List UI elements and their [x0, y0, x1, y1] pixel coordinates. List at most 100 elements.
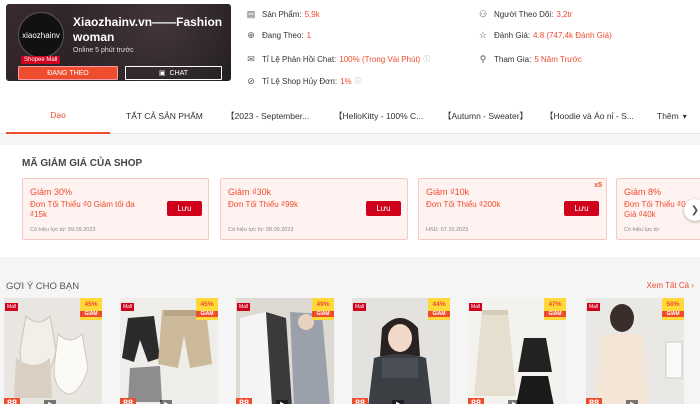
discount-value: 49%	[316, 301, 330, 308]
chat-button-label: CHAT	[169, 69, 189, 77]
voucher-section-title: MÃ GIẢM GIÁ CỦA SHOP	[22, 158, 143, 169]
user-check-icon: ⚲	[479, 54, 487, 64]
save-voucher-button[interactable]: Lưu	[167, 201, 202, 216]
video-icon: ▶	[44, 400, 56, 404]
product-card[interactable]: Mall 45% GIẢM 88 ▶	[4, 298, 102, 404]
tab-hoodie[interactable]: 【Hoodie và Áo nỉ - S...	[545, 98, 634, 134]
follow-button[interactable]: ĐANG THEO	[18, 66, 118, 80]
discount-label: GIẢM	[196, 311, 218, 317]
stat-value: 5 Năm Trước	[534, 54, 582, 64]
star-icon: ☆	[478, 30, 488, 40]
discount-value: 50%	[666, 301, 680, 308]
mall-tag: Mall	[237, 303, 251, 311]
price-tag: 88	[4, 398, 21, 404]
info-icon[interactable]: ⓘ	[355, 76, 362, 86]
stat-label: Đánh Giá:	[494, 30, 531, 40]
voucher-card: x5 Giảm ₫10k Đơn Tối Thiểu ₫200k HSD: 07…	[418, 178, 607, 240]
save-voucher-button[interactable]: Lưu	[366, 201, 401, 216]
info-icon[interactable]: ⓘ	[423, 54, 430, 64]
stat-following: ⊕ Đang Theo: 1	[246, 30, 311, 40]
voucher-expiry: Có hiệu lực từ: 09.09.2023	[30, 227, 96, 233]
mall-tag: Mall	[353, 303, 367, 311]
price-tag: 88	[468, 398, 485, 404]
price-tag: 88	[120, 398, 137, 404]
voucher-title: Giảm 30%	[30, 187, 73, 197]
see-all-link[interactable]: Xem Tất Cả ›	[647, 281, 694, 290]
tab-hellokitty[interactable]: 【HelloKitty - 100% C...	[334, 98, 423, 134]
mall-tag: Mall	[469, 303, 483, 311]
voucher-title: Giảm 8%	[624, 187, 662, 197]
price-tag: 88	[352, 398, 369, 404]
voucher-desc: Đơn Tối Thiểu ₫0 Giảm tối đa ₫15k	[30, 200, 135, 219]
video-icon: ▶	[392, 400, 404, 404]
tab-september[interactable]: 【2023 - September...	[226, 98, 309, 134]
chevron-right-icon[interactable]: ❯	[684, 199, 700, 221]
video-icon: ▶	[276, 400, 288, 404]
mall-tag: Mall	[587, 303, 601, 311]
discount-value: 44%	[432, 301, 446, 308]
tab-all-products[interactable]: TẤT CẢ SẢN PHẨM	[126, 98, 203, 134]
discount-value: 47%	[548, 301, 562, 308]
discount-badge: 44% GIẢM	[428, 298, 450, 320]
discount-value: 45%	[200, 301, 214, 308]
shop-header: xiaozhainv Shopee Mall Xiaozhainv.vn——Fa…	[0, 0, 700, 98]
voucher-section: MÃ GIẢM GIÁ CỦA SHOP Giảm 30% Đơn Tối Th…	[0, 145, 700, 257]
mall-badge: Shopee Mall	[21, 56, 61, 64]
voucher-title: Giảm ₫30k	[228, 187, 272, 197]
chevron-down-icon: ▾	[682, 111, 687, 121]
discount-badge: 49% GIẢM	[312, 298, 334, 320]
chat-icon: ✉	[247, 54, 255, 64]
stat-value: 3,2tr	[556, 9, 573, 19]
product-card[interactable]: Mall 50% GIẢM 88 ▶	[586, 298, 684, 404]
voucher-expiry: HSD: 07.10.2023	[426, 227, 469, 233]
voucher-expiry: Có hiệu lực từ: 08.09.2023	[228, 227, 294, 233]
chevron-right-icon: ›	[691, 281, 694, 290]
video-icon: ▶	[508, 400, 520, 404]
stat-label: Người Theo Dõi:	[494, 9, 554, 19]
stat-value: 100% (Trong Vài Phút)	[339, 54, 421, 64]
mall-tag: Mall	[121, 303, 135, 311]
discount-value: 45%	[84, 301, 98, 308]
stat-value: 4.8 (747,4k Đánh Giá)	[533, 30, 612, 40]
mall-tag: Mall	[5, 303, 19, 311]
stat-label: Sản Phẩm:	[262, 9, 302, 19]
product-card[interactable]: Mall 47% GIẢM 88 ▶	[468, 298, 566, 404]
voucher-expiry: Có hiệu lực từ:	[624, 227, 661, 233]
voucher-desc: Đơn Tối Thiểu ₫200k	[426, 200, 501, 209]
video-icon: ▶	[626, 400, 638, 404]
stat-label: Tỉ Lệ Shop Hủy Đơn:	[262, 76, 338, 86]
product-card[interactable]: Mall 49% GIẢM 88 ▶	[236, 298, 334, 404]
discount-label: GIẢM	[80, 311, 102, 317]
shop-avatar[interactable]: xiaozhainv	[18, 12, 64, 58]
stat-joined: ⚲ Tham Gia: 5 Năm Trước	[478, 54, 582, 64]
discount-label: GIẢM	[312, 311, 334, 317]
tab-more-label: Thêm	[657, 111, 679, 121]
discount-label: GIẢM	[662, 311, 684, 317]
tab-more[interactable]: Thêm ▾	[657, 98, 687, 134]
stat-cancel-rate: ⊘ Tỉ Lệ Shop Hủy Đơn: 1% ⓘ	[246, 76, 362, 86]
product-card[interactable]: Mall 44% GIẢM 88 ▶	[352, 298, 450, 404]
stat-products: ▤ Sản Phẩm: 5,9k	[246, 9, 320, 19]
tab-autumn-sweater[interactable]: 【Autumn - Sweater】	[443, 98, 528, 134]
shop-card: xiaozhainv Shopee Mall Xiaozhainv.vn——Fa…	[6, 4, 231, 81]
see-all-label: Xem Tất Cả	[646, 281, 690, 290]
price-tag: 88	[236, 398, 253, 404]
chat-icon: ▣	[158, 70, 166, 77]
shop-logo-text: xiaozhainv	[22, 30, 60, 40]
tab-dao[interactable]: Dạo	[6, 98, 110, 134]
shop-name: Xiaozhainv.vn——Fashion woman	[73, 15, 223, 44]
product-card[interactable]: Mall 45% GIẢM 88 ▶	[120, 298, 218, 404]
stat-chat-rate: ✉ Tỉ Lệ Phản Hồi Chat: 100% (Trong Vài P…	[246, 54, 430, 64]
price-tag: 88	[586, 398, 603, 404]
save-voucher-button[interactable]: Lưu	[564, 201, 599, 216]
voucher-card: Giảm 30% Đơn Tối Thiểu ₫0 Giảm tối đa ₫1…	[22, 178, 209, 240]
voucher-quantity-badge: x5	[594, 182, 602, 189]
stat-value: 1%	[340, 76, 352, 86]
chat-button[interactable]: ▣ CHAT	[125, 66, 222, 80]
shop-page: xiaozhainv Shopee Mall Xiaozhainv.vn——Fa…	[0, 0, 700, 404]
product-grid: Mall 45% GIẢM 88 ▶ Mall 45% GIẢM 88 ▶ Ma…	[0, 298, 700, 404]
stat-label: Tham Gia:	[494, 54, 532, 64]
store-icon: ▤	[246, 9, 256, 19]
stat-followers: ⚇ Người Theo Dõi: 3,2tr	[478, 9, 572, 19]
voucher-desc: Đơn Tối Thiểu ₫99k	[228, 200, 298, 209]
